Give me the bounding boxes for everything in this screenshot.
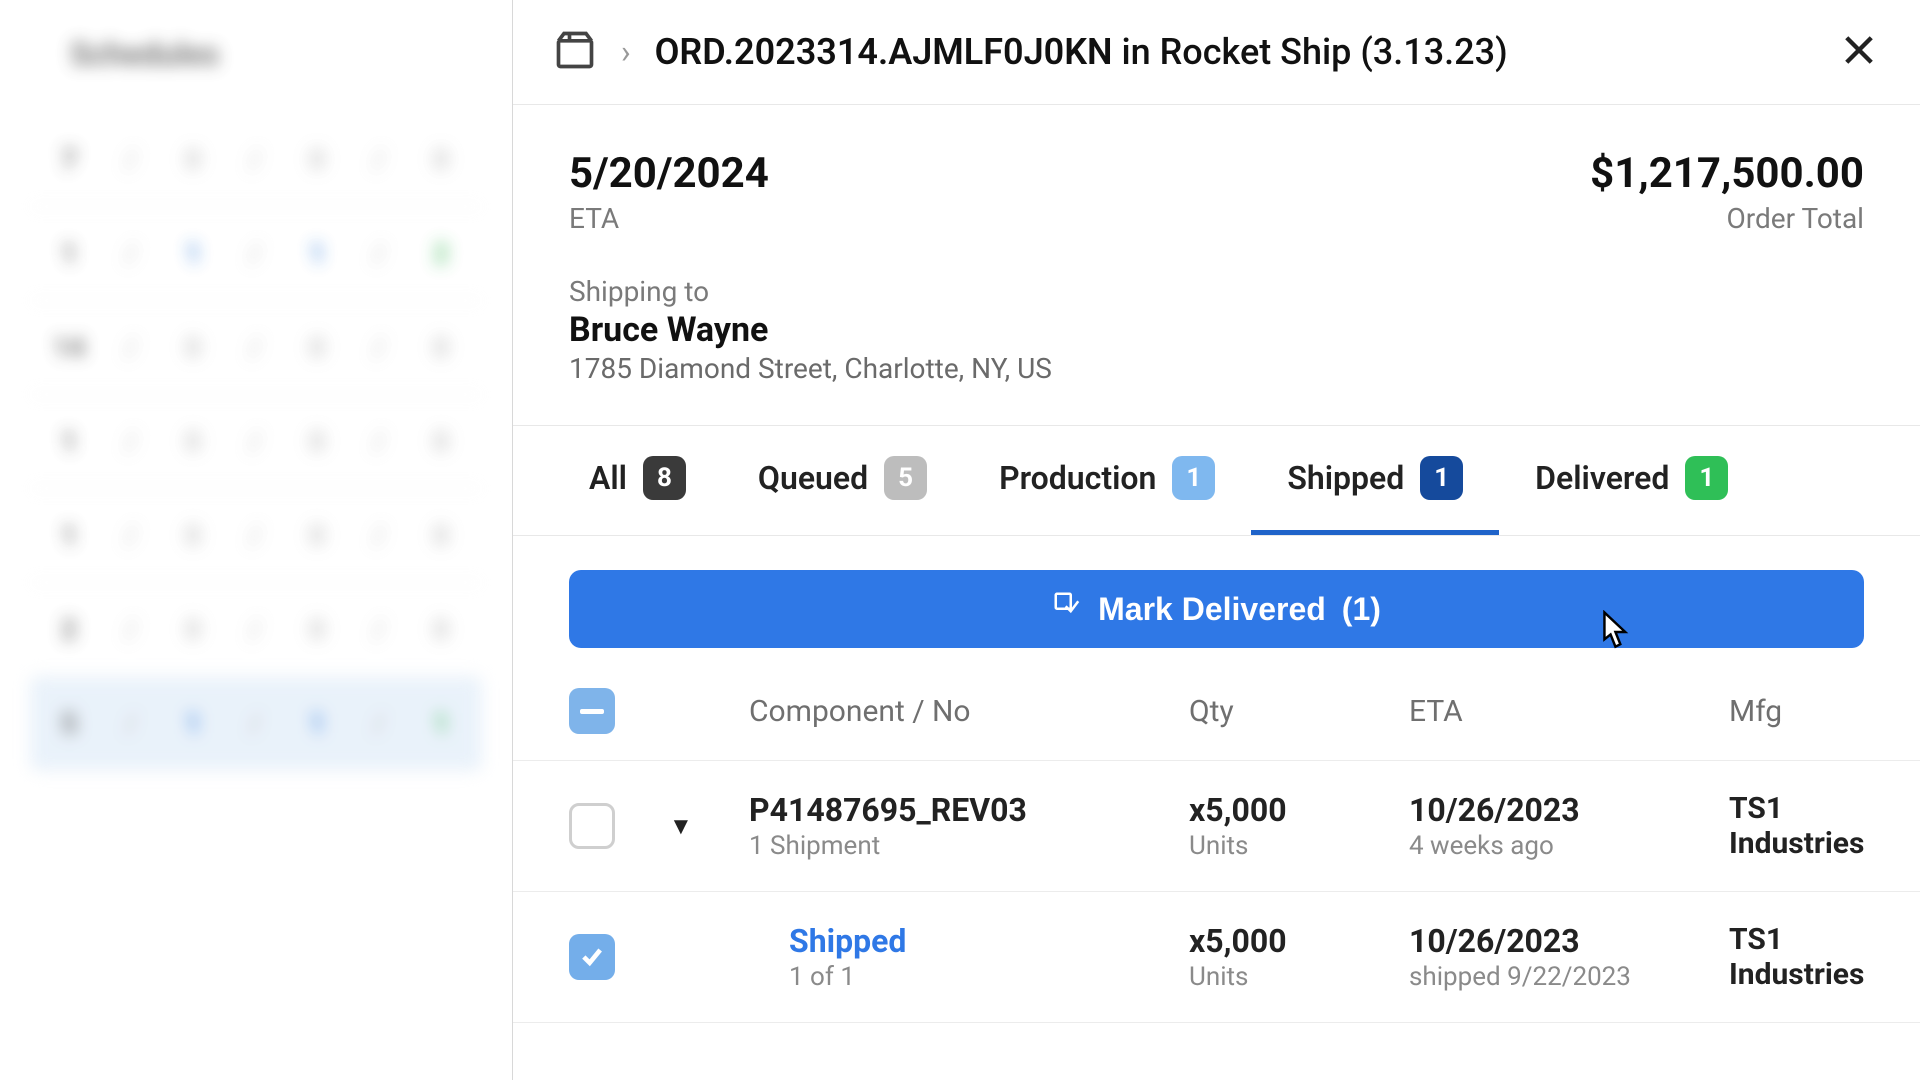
tab-production-label: Production xyxy=(999,459,1156,497)
table-row: ▼ P41487695_REV03 1 Shipment x5,000 Unit… xyxy=(513,761,1920,892)
qty-value: x5,000 xyxy=(1189,791,1409,829)
col-mfg: Mfg xyxy=(1729,694,1864,729)
order-total-label: Order Total xyxy=(1590,202,1864,235)
mark-delivered-label: Mark Delivered xyxy=(1098,591,1326,628)
table-header: Component / No Qty ETA Mfg xyxy=(513,668,1920,761)
row-checkbox[interactable] xyxy=(569,934,615,980)
box-check-icon xyxy=(1052,590,1082,628)
row-eta-sub: 4 weeks ago xyxy=(1409,831,1729,861)
order-detail-panel: › ORD.2023314.AJMLF0J0KN in Rocket Ship … xyxy=(512,0,1920,1080)
qty-sub: Units xyxy=(1189,831,1409,861)
row-eta-value: 10/26/2023 xyxy=(1409,922,1729,960)
row-checkbox[interactable] xyxy=(569,803,615,849)
order-summary: 5/20/2024 ETA $1,217,500.00 Order Total xyxy=(513,105,1920,245)
order-total-block: $1,217,500.00 Order Total xyxy=(1590,149,1864,235)
tab-all-count: 8 xyxy=(643,456,686,500)
component-sub: 1 Shipment xyxy=(749,831,1189,861)
tab-all[interactable]: All 8 xyxy=(553,426,722,535)
shipment-status[interactable]: Shipped xyxy=(789,922,1189,960)
background-sidebar: Schedules 7/0/0/0 1/1/1/2 14/0/0/0 1/0/0… xyxy=(0,0,512,1080)
bg-title: Schedules xyxy=(70,35,442,73)
tab-shipped-label: Shipped xyxy=(1287,459,1404,497)
mark-delivered-count: (1) xyxy=(1342,591,1381,628)
shipment-progress: 1 of 1 xyxy=(789,962,1189,992)
col-eta: ETA xyxy=(1409,694,1729,729)
tab-all-label: All xyxy=(589,459,627,497)
col-component: Component / No xyxy=(749,694,1189,729)
order-id: ORD.2023314.AJMLF0J0KN xyxy=(655,31,1113,73)
in-label: in xyxy=(1121,31,1150,73)
package-icon[interactable] xyxy=(553,28,597,76)
shipping-label: Shipping to xyxy=(569,275,1864,308)
tab-queued-count: 5 xyxy=(884,456,927,500)
tab-shipped-count: 1 xyxy=(1420,456,1463,500)
tab-delivered[interactable]: Delivered 1 xyxy=(1499,426,1764,535)
tab-delivered-count: 1 xyxy=(1685,456,1728,500)
col-qty: Qty xyxy=(1189,694,1409,729)
component-name[interactable]: P41487695_REV03 xyxy=(749,791,1189,829)
eta-label: ETA xyxy=(569,202,769,235)
shipping-name: Bruce Wayne xyxy=(569,310,1864,350)
row-eta-value: 10/26/2023 xyxy=(1409,791,1729,829)
breadcrumb-title: ORD.2023314.AJMLF0J0KN in Rocket Ship (3… xyxy=(655,31,1508,73)
panel-header: › ORD.2023314.AJMLF0J0KN in Rocket Ship … xyxy=(513,0,1920,105)
bulk-action-area: Mark Delivered (1) xyxy=(513,536,1920,668)
project-name: Rocket Ship (3.13.23) xyxy=(1160,31,1508,73)
select-all-checkbox[interactable] xyxy=(569,688,615,734)
qty-value: x5,000 xyxy=(1189,922,1409,960)
mfg-value: TS1 Industries xyxy=(1729,922,1864,992)
qty-sub: Units xyxy=(1189,962,1409,992)
tab-production[interactable]: Production 1 xyxy=(963,426,1251,535)
eta-block: 5/20/2024 ETA xyxy=(569,149,769,235)
mfg-value: TS1 Industries xyxy=(1729,791,1864,861)
tab-delivered-label: Delivered xyxy=(1535,459,1669,497)
order-total-value: $1,217,500.00 xyxy=(1590,149,1864,198)
row-eta-sub: shipped 9/22/2023 xyxy=(1409,962,1729,992)
table-row: Shipped 1 of 1 x5,000 Units 10/26/2023 s… xyxy=(513,892,1920,1023)
shipping-block: Shipping to Bruce Wayne 1785 Diamond Str… xyxy=(513,245,1920,425)
status-tabs: All 8 Queued 5 Production 1 Shipped 1 De… xyxy=(513,425,1920,536)
expand-toggle[interactable]: ▼ xyxy=(669,812,749,841)
tab-production-count: 1 xyxy=(1172,456,1215,500)
close-button[interactable] xyxy=(1838,29,1880,75)
tab-queued[interactable]: Queued 5 xyxy=(722,426,963,535)
tab-shipped[interactable]: Shipped 1 xyxy=(1251,426,1499,535)
tab-queued-label: Queued xyxy=(758,459,868,497)
chevron-right-icon: › xyxy=(621,33,631,71)
eta-value: 5/20/2024 xyxy=(569,149,769,198)
shipping-address: 1785 Diamond Street, Charlotte, NY, US xyxy=(569,352,1864,385)
mark-delivered-button[interactable]: Mark Delivered (1) xyxy=(569,570,1864,648)
